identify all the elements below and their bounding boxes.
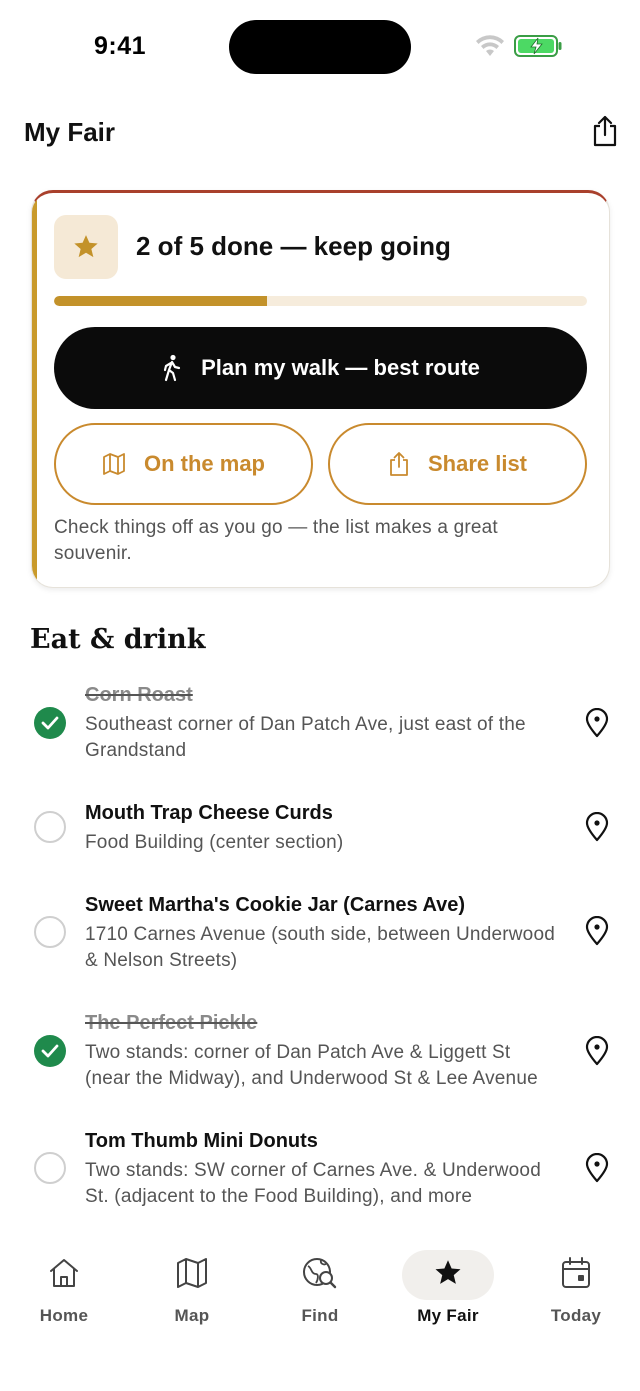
star-badge <box>54 215 118 279</box>
share-list-label: Share list <box>427 451 528 476</box>
progress-card: 2 of 5 done — keep going Plan my walk — … <box>31 190 610 588</box>
item-location: Food Building (center section) <box>85 832 344 853</box>
list-item[interactable]: Sweet Martha's Cookie Jar (Carnes Ave) 1… <box>0 890 640 986</box>
header-share-button[interactable] <box>589 114 621 148</box>
list-item[interactable]: Corn Roast Southeast corner of Dan Patch… <box>0 680 640 780</box>
item-name: Tom Thumb Mini Donuts <box>85 1130 318 1152</box>
section-title: Eat & drink <box>30 624 206 655</box>
map-pin-icon[interactable] <box>584 916 610 946</box>
map-icon <box>103 453 125 475</box>
share-icon <box>593 115 617 147</box>
map-pin-icon[interactable] <box>584 1036 610 1066</box>
item-location: Two stands: corner of Dan Patch Ave & Li… <box>85 1042 538 1089</box>
tab-label: Today <box>550 1306 602 1325</box>
progress-summary: 2 of 5 done — keep going <box>136 231 451 261</box>
header: My Fair <box>0 94 640 174</box>
item-name: Sweet Martha's Cookie Jar (Carnes Ave) <box>85 894 466 916</box>
item-name: Mouth Trap Cheese Curds <box>85 802 333 824</box>
map-pin-icon[interactable] <box>584 1153 610 1183</box>
unchecked-checkbox[interactable] <box>34 916 66 948</box>
checkmark-icon <box>41 716 59 730</box>
tab-map[interactable]: Map <box>137 1248 247 1338</box>
checkmark-icon <box>41 1044 59 1058</box>
find-icon <box>303 1258 337 1289</box>
on-the-map-label: On the map <box>143 451 265 476</box>
tab-today[interactable]: Today <box>521 1248 631 1338</box>
checked-checkbox[interactable] <box>34 707 66 739</box>
tab-label: Home <box>39 1306 89 1325</box>
share-list-button[interactable]: Share list <box>328 423 587 505</box>
calendar-icon <box>562 1257 590 1288</box>
tab-label: Find <box>301 1306 339 1325</box>
progress-bar <box>54 296 587 306</box>
dynamic-island <box>229 20 411 74</box>
tab-label: Map <box>174 1306 210 1325</box>
item-name: Corn Roast <box>85 684 193 706</box>
status-time: 9:41 <box>94 32 147 60</box>
plan-walk-button[interactable]: Plan my walk — best route <box>54 327 587 409</box>
map-pin-icon[interactable] <box>584 708 610 738</box>
status-bar: 9:41 <box>0 0 640 94</box>
star-icon <box>74 235 98 258</box>
share-icon <box>390 452 408 476</box>
list-item[interactable]: Mouth Trap Cheese Curds Food Building (c… <box>0 798 640 868</box>
star-icon <box>435 1260 461 1284</box>
unchecked-checkbox[interactable] <box>34 811 66 843</box>
card-note: Check things off as you go — the list ma… <box>54 517 498 564</box>
page-title: My Fair <box>24 117 116 147</box>
tab-bar: Home Map Find My Fair Today <box>0 1232 640 1391</box>
card-accent-bar <box>32 193 37 587</box>
walking-icon <box>164 354 181 382</box>
item-location: Two stands: SW corner of Carnes Ave. & U… <box>85 1160 541 1207</box>
tab-home[interactable]: Home <box>9 1248 119 1338</box>
list-item[interactable]: The Perfect Pickle Two stands: corner of… <box>0 1008 640 1108</box>
item-location: 1710 Carnes Avenue (south side, between … <box>85 924 555 971</box>
wifi-icon <box>476 35 504 56</box>
on-the-map-button[interactable]: On the map <box>54 423 313 505</box>
plan-walk-label: Plan my walk — best route <box>201 355 480 380</box>
battery-icon <box>514 35 562 57</box>
tab-find[interactable]: Find <box>265 1248 375 1338</box>
map-pin-icon[interactable] <box>584 812 610 842</box>
map-icon <box>177 1258 207 1288</box>
unchecked-checkbox[interactable] <box>34 1152 66 1184</box>
home-icon <box>50 1259 78 1287</box>
item-name: The Perfect Pickle <box>85 1012 258 1034</box>
tab-my-fair[interactable]: My Fair <box>393 1248 503 1338</box>
item-location: Southeast corner of Dan Patch Ave, just … <box>85 714 526 761</box>
checked-checkbox[interactable] <box>34 1035 66 1067</box>
tab-label: My Fair <box>417 1306 479 1325</box>
progress-bar-fill <box>54 296 268 306</box>
list-item[interactable]: Tom Thumb Mini Donuts Two stands: SW cor… <box>0 1126 640 1222</box>
